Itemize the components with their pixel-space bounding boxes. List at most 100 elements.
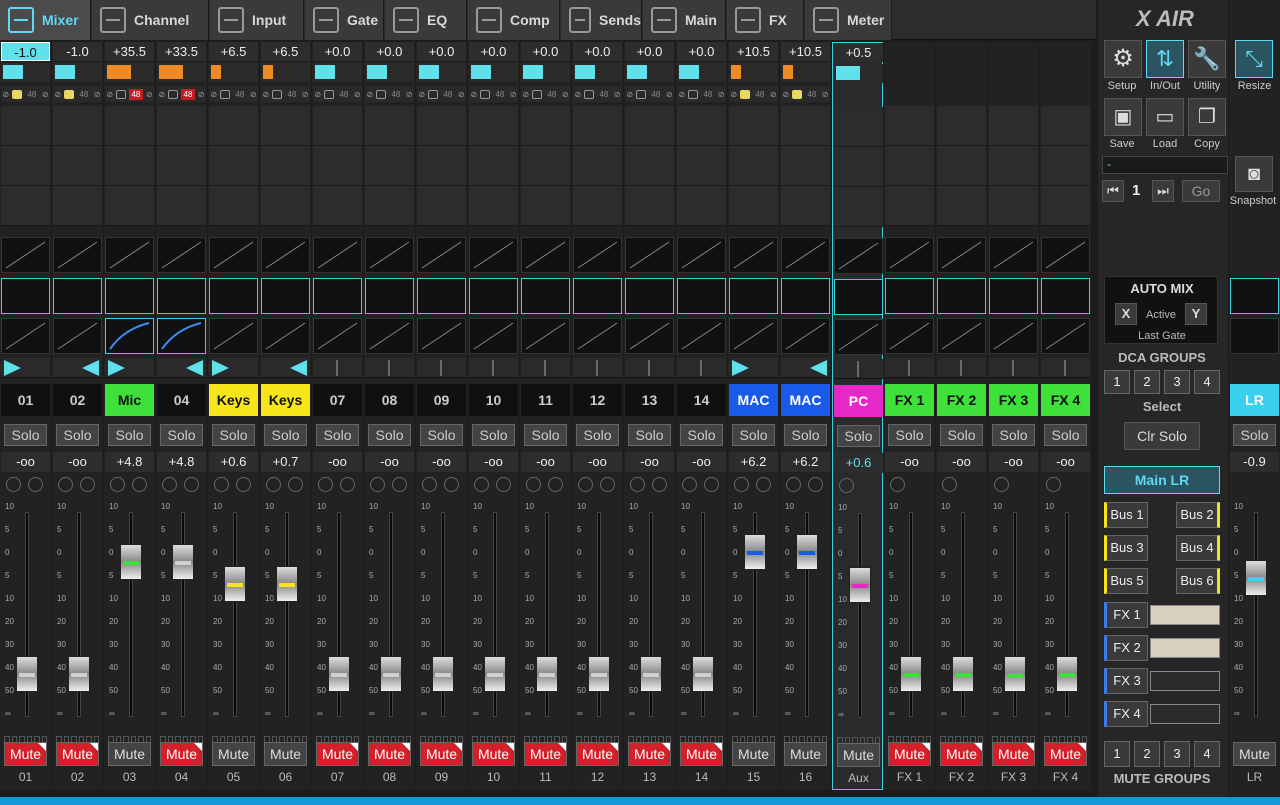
channel-fader[interactable]: 10 5 0 5 10 20 30 40 50 ∞: [729, 502, 778, 732]
comp-display[interactable]: [469, 318, 518, 354]
solo-button[interactable]: Solo: [472, 424, 515, 446]
fader-cap[interactable]: [432, 656, 454, 692]
pan-control[interactable]: [885, 358, 934, 378]
lowcut-icon[interactable]: ⊘: [666, 90, 673, 99]
bus-button-1[interactable]: Bus 1: [1104, 502, 1148, 528]
insert-slot-3[interactable]: [261, 186, 310, 226]
gain-display[interactable]: +10.5: [781, 42, 830, 61]
comp-display[interactable]: [53, 318, 102, 354]
insert-slot-3[interactable]: [469, 186, 518, 226]
snapshot-button[interactable]: ◙: [1235, 156, 1273, 192]
solo-button[interactable]: Solo: [837, 425, 880, 447]
comp-display[interactable]: [834, 319, 883, 355]
fx-rack-thumbnail-2[interactable]: [1150, 638, 1220, 658]
insert-slot-3[interactable]: [834, 187, 883, 227]
solo-button[interactable]: Solo: [888, 424, 931, 446]
load-button[interactable]: ▭: [1146, 98, 1184, 136]
lr-comp-display[interactable]: [1230, 318, 1279, 354]
insert-slot-2[interactable]: [1041, 146, 1090, 186]
gate-display[interactable]: [1, 237, 50, 273]
trim-bar[interactable]: [573, 63, 622, 82]
phantom-48v-button[interactable]: 48: [753, 89, 767, 100]
insert-slot-3[interactable]: [677, 186, 726, 226]
insert-slot-1[interactable]: [365, 106, 414, 146]
tab-sends[interactable]: Sends: [561, 0, 642, 40]
mute-group-button-1[interactable]: 1: [1104, 741, 1130, 767]
insert-slot-3[interactable]: [157, 186, 206, 226]
insert-slot-2[interactable]: [313, 146, 362, 186]
trim-bar[interactable]: [157, 63, 206, 82]
comp-display[interactable]: [105, 318, 154, 354]
phantom-48v-button[interactable]: 48: [128, 88, 143, 100]
insert-slot-1[interactable]: [677, 106, 726, 146]
link-icon[interactable]: [792, 89, 803, 99]
insert-slot-2[interactable]: [573, 146, 622, 186]
insert-slot-3[interactable]: [313, 186, 362, 226]
insert-slot-3[interactable]: [573, 186, 622, 226]
gain-display[interactable]: +0.0: [521, 42, 570, 61]
mute-button[interactable]: Mute: [784, 742, 827, 766]
bus-button-4[interactable]: Bus 4: [1176, 535, 1220, 561]
link-icon[interactable]: [272, 89, 283, 99]
channel-fader[interactable]: 10 5 0 5 10 20 30 40 50 ∞: [1, 502, 50, 732]
eq-display[interactable]: [1041, 278, 1090, 314]
phase-icon[interactable]: ⊘: [210, 90, 217, 99]
channel-fader[interactable]: 10 5 0 5 10 20 30 40 50 ∞: [989, 502, 1038, 732]
channel-fader[interactable]: 10 5 0 5 10 20 30 40 50 ∞: [53, 502, 102, 732]
insert-slot-1[interactable]: [1041, 106, 1090, 146]
pan-control[interactable]: [53, 358, 102, 378]
setup-button[interactable]: ⚙: [1104, 40, 1142, 78]
trim-bar[interactable]: [105, 63, 154, 82]
gain-display[interactable]: +35.5: [105, 42, 154, 61]
pan-control[interactable]: [937, 358, 986, 378]
trim-bar[interactable]: [729, 63, 778, 82]
eq-display[interactable]: [625, 278, 674, 314]
phantom-48v-button[interactable]: 48: [597, 89, 611, 100]
lowcut-icon[interactable]: ⊘: [146, 90, 153, 99]
fx-button-3[interactable]: FX 3: [1104, 668, 1148, 694]
fx-button-4[interactable]: FX 4: [1104, 701, 1148, 727]
tab-eq[interactable]: EQ: [385, 0, 467, 40]
phantom-48v-button[interactable]: 48: [805, 89, 819, 100]
fader-cap[interactable]: [276, 566, 298, 602]
fader-cap[interactable]: [692, 656, 714, 692]
eq-display[interactable]: [261, 278, 310, 314]
channel-fader[interactable]: 10 5 0 5 10 20 30 40 50 ∞: [365, 502, 414, 732]
gate-display[interactable]: [834, 238, 883, 274]
solo-button[interactable]: Solo: [992, 424, 1035, 446]
channel-fader[interactable]: 10 5 0 5 10 20 30 40 50 ∞: [157, 502, 206, 732]
channel-name[interactable]: MAC: [781, 384, 830, 416]
gain-display[interactable]: +6.5: [261, 42, 310, 61]
channel-name[interactable]: Keys: [209, 384, 258, 416]
phantom-48v-button[interactable]: 48: [545, 89, 559, 100]
gate-display[interactable]: [625, 237, 674, 273]
mute-button[interactable]: Mute: [680, 742, 723, 766]
mute-button[interactable]: Mute: [524, 742, 567, 766]
eq-display[interactable]: [937, 278, 986, 314]
pan-control[interactable]: [834, 359, 883, 379]
channel-fader[interactable]: 10 5 0 5 10 20 30 40 50 ∞: [1041, 502, 1090, 732]
link-icon[interactable]: [116, 89, 127, 99]
comp-display[interactable]: [313, 318, 362, 354]
mute-button[interactable]: Mute: [576, 742, 619, 766]
tab-fx[interactable]: FX: [727, 0, 804, 40]
phase-icon[interactable]: ⊘: [574, 90, 581, 99]
comp-display[interactable]: [729, 318, 778, 354]
eq-display[interactable]: [105, 278, 154, 314]
fader-cap[interactable]: [120, 544, 142, 580]
phantom-48v-button[interactable]: 48: [285, 89, 299, 100]
eq-display[interactable]: [209, 278, 258, 314]
dca-button-3[interactable]: 3: [1164, 370, 1190, 394]
gate-display[interactable]: [365, 237, 414, 273]
eq-display[interactable]: [729, 278, 778, 314]
gain-display[interactable]: -1.0: [53, 42, 102, 61]
solo-button[interactable]: Solo: [524, 424, 567, 446]
solo-button[interactable]: Solo: [212, 424, 255, 446]
pan-control[interactable]: [105, 358, 154, 378]
eq-display[interactable]: [1, 278, 50, 314]
trim-bar[interactable]: [469, 63, 518, 82]
eq-display[interactable]: [573, 278, 622, 314]
clear-solo-button[interactable]: Clr Solo: [1124, 422, 1200, 450]
insert-slot-1[interactable]: [834, 107, 883, 147]
tab-channel[interactable]: Channel: [92, 0, 209, 40]
